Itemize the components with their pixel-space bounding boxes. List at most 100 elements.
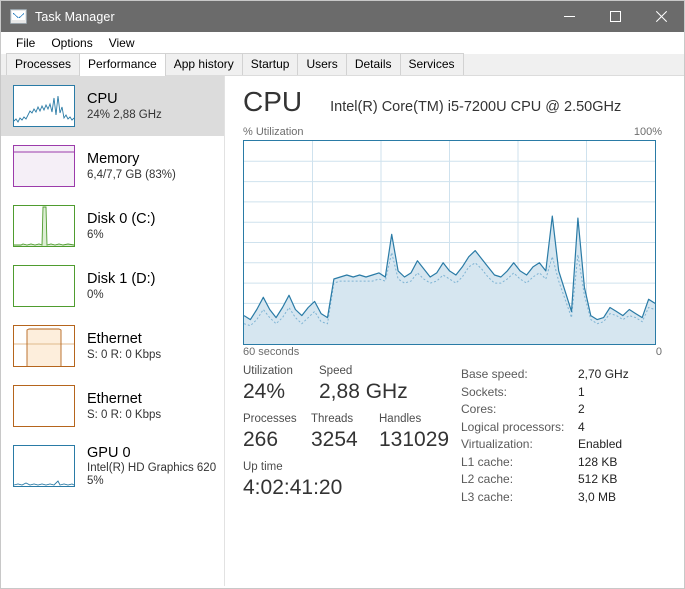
stats-row-2: Processes 266 Threads 3254 Handles 13102… — [243, 412, 461, 460]
spec-base-speed-value: 2,70 GHz — [578, 367, 629, 381]
graph-x-end-label: 0 — [655, 346, 662, 358]
content-area: CPU 24% 2,88 GHz Memory 6,4/7,7 GB (83%) — [1, 76, 684, 586]
spec-virtualization-key: Virtualization: — [461, 437, 533, 451]
close-icon — [655, 11, 667, 22]
tab-performance[interactable]: Performance — [79, 53, 166, 76]
menu-view[interactable]: View — [101, 34, 143, 52]
sidebar-item-disk-1[interactable]: Disk 1 (D:) 0% — [1, 256, 224, 316]
spec-l3-cache: L3 cache: 3,0 MB — [461, 489, 662, 507]
spec-logical-processors-value: 4 — [578, 419, 585, 434]
spec-base-speed: Base speed: 2,70 GHz — [461, 366, 662, 384]
page-title: CPU — [243, 86, 303, 117]
stat-threads-value: 3254 — [311, 428, 358, 451]
stat-threads: Threads 3254 — [311, 412, 379, 453]
tab-startup[interactable]: Startup — [241, 53, 299, 75]
maximize-button[interactable] — [592, 1, 638, 32]
menu-bar: File Options View — [1, 32, 684, 54]
sidebar-item-ethernet-2-title: Ethernet — [87, 390, 142, 407]
ethernet-2-thumbnail-graph — [13, 385, 75, 427]
sidebar-item-disk-0-title: Disk 0 (C:) — [87, 210, 156, 227]
sidebar-item-cpu-sub: 24% 2,88 GHz — [87, 108, 162, 121]
sidebar-item-disk-1-text: Disk 1 (D:) 0% — [87, 271, 155, 302]
spec-l2-cache: L2 cache: 512 KB — [461, 471, 662, 489]
memory-thumbnail-graph — [13, 145, 75, 187]
sidebar-item-disk-0[interactable]: Disk 0 (C:) 6% — [1, 196, 224, 256]
sidebar-item-ethernet-1-text: Ethernet S: 0 R: 0 Kbps — [87, 331, 161, 362]
graph-top-labels: % Utilization 100% — [243, 126, 662, 138]
stat-processes-value: 266 — [243, 428, 279, 451]
window-title: Task Manager — [35, 9, 115, 24]
stat-processes: Processes 266 — [243, 412, 311, 453]
graph-y-axis-label: % Utilization — [243, 126, 304, 138]
spec-l2-cache-value: 512 KB — [578, 472, 618, 486]
graph-y-max-label: 100% — [633, 126, 662, 138]
sidebar-item-disk-1-title: Disk 1 (D:) — [87, 270, 156, 287]
minimize-icon — [563, 16, 575, 17]
sidebar-item-cpu-text: CPU 24% 2,88 GHz — [87, 91, 162, 122]
cpu-chart-svg — [244, 141, 655, 344]
menu-options[interactable]: Options — [43, 34, 100, 52]
sidebar-item-gpu-0-sub2: 5% — [87, 474, 104, 487]
tab-app-history[interactable]: App history — [164, 53, 243, 75]
minimize-button[interactable] — [546, 1, 592, 32]
menu-file[interactable]: File — [8, 34, 43, 52]
close-button[interactable] — [638, 1, 684, 32]
sidebar-item-ethernet-2[interactable]: Ethernet S: 0 R: 0 Kbps — [1, 376, 224, 436]
spec-sockets-key: Sockets: — [461, 384, 508, 399]
tab-users[interactable]: Users — [297, 53, 347, 75]
stat-threads-label: Threads — [311, 413, 354, 425]
maximize-icon — [609, 11, 621, 22]
spec-l3-cache-key: L3 cache: — [461, 489, 514, 504]
stat-processes-label: Processes — [243, 413, 297, 425]
spec-sockets-value: 1 — [578, 384, 585, 399]
cpu-thumbnail-graph — [13, 85, 75, 127]
sidebar-item-memory[interactable]: Memory 6,4/7,7 GB (83%) — [1, 136, 224, 196]
disk-1-thumbnail-graph — [13, 265, 75, 307]
gpu-0-thumbnail-graph — [13, 445, 75, 487]
sidebar-item-ethernet-2-text: Ethernet S: 0 R: 0 Kbps — [87, 391, 161, 422]
spec-l1-cache: L1 cache: 128 KB — [461, 454, 662, 472]
stat-utilization-value: 24% — [243, 380, 286, 403]
ethernet-1-thumbnail-graph — [13, 325, 75, 367]
sidebar-item-ethernet-1[interactable]: Ethernet S: 0 R: 0 Kbps — [1, 316, 224, 376]
spec-sockets: Sockets: 1 — [461, 384, 662, 402]
spec-cores-key: Cores: — [461, 402, 497, 416]
graph-x-start-label: 60 seconds — [243, 346, 300, 358]
resource-sidebar[interactable]: CPU 24% 2,88 GHz Memory 6,4/7,7 GB (83%) — [1, 76, 225, 586]
sidebar-item-gpu-0-sub: Intel(R) HD Graphics 620 — [87, 461, 217, 474]
spec-virtualization-value: Enabled — [578, 437, 623, 451]
stat-uptime-value: 4:02:41:20 — [243, 476, 343, 499]
tab-services[interactable]: Services — [399, 53, 464, 75]
stat-uptime-label: Up time — [243, 461, 283, 473]
tab-processes[interactable]: Processes — [6, 53, 81, 75]
graph-bottom-labels: 60 seconds 0 — [243, 346, 662, 358]
sidebar-item-ethernet-2-sub: S: 0 R: 0 Kbps — [87, 408, 162, 421]
sidebar-item-disk-0-text: Disk 0 (C:) 6% — [87, 211, 155, 242]
spec-base-speed-key: Base speed: — [461, 367, 528, 381]
sidebar-item-ethernet-1-sub: S: 0 R: 0 Kbps — [87, 348, 162, 361]
stat-uptime: Up time 4:02:41:20 — [243, 460, 443, 501]
cpu-specs-list: Base speed: 2,70 GHz Sockets: 1 Cores: 2… — [461, 364, 662, 508]
spec-l1-cache-key: L1 cache: — [461, 454, 514, 469]
sidebar-item-gpu-0[interactable]: GPU 0 Intel(R) HD Graphics 620 5% — [1, 436, 224, 496]
stats-left-column: Utilization 24% Speed 2,88 GHz Processes… — [243, 364, 461, 508]
disk-0-thumbnail-graph — [13, 205, 75, 247]
cpu-model-label: Intel(R) Core(TM) i5-7200U CPU @ 2.50GHz — [330, 99, 622, 115]
sidebar-item-memory-text: Memory 6,4/7,7 GB (83%) — [87, 151, 176, 182]
cpu-header: CPU Intel(R) Core(TM) i5-7200U CPU @ 2.5… — [243, 86, 662, 118]
task-manager-window: Task Manager File Options View Processes… — [0, 0, 685, 589]
title-bar: Task Manager — [1, 1, 684, 32]
stats-row-3: Up time 4:02:41:20 — [243, 460, 461, 508]
spec-cores: Cores: 2 — [461, 401, 662, 419]
sidebar-item-cpu-title: CPU — [87, 90, 118, 107]
stats-area: Utilization 24% Speed 2,88 GHz Processes… — [243, 364, 662, 508]
stats-row-1: Utilization 24% Speed 2,88 GHz — [243, 364, 461, 412]
stat-handles-label: Handles — [379, 413, 422, 425]
tab-details[interactable]: Details — [345, 53, 401, 75]
spec-l3-cache-value: 3,0 MB — [578, 489, 617, 504]
spec-logical-processors: Logical processors: 4 — [461, 419, 662, 437]
sidebar-item-memory-title: Memory — [87, 150, 140, 167]
stat-speed-label: Speed — [319, 365, 353, 377]
spec-l2-cache-key: L2 cache: — [461, 472, 514, 486]
sidebar-item-cpu[interactable]: CPU 24% 2,88 GHz — [1, 76, 224, 136]
